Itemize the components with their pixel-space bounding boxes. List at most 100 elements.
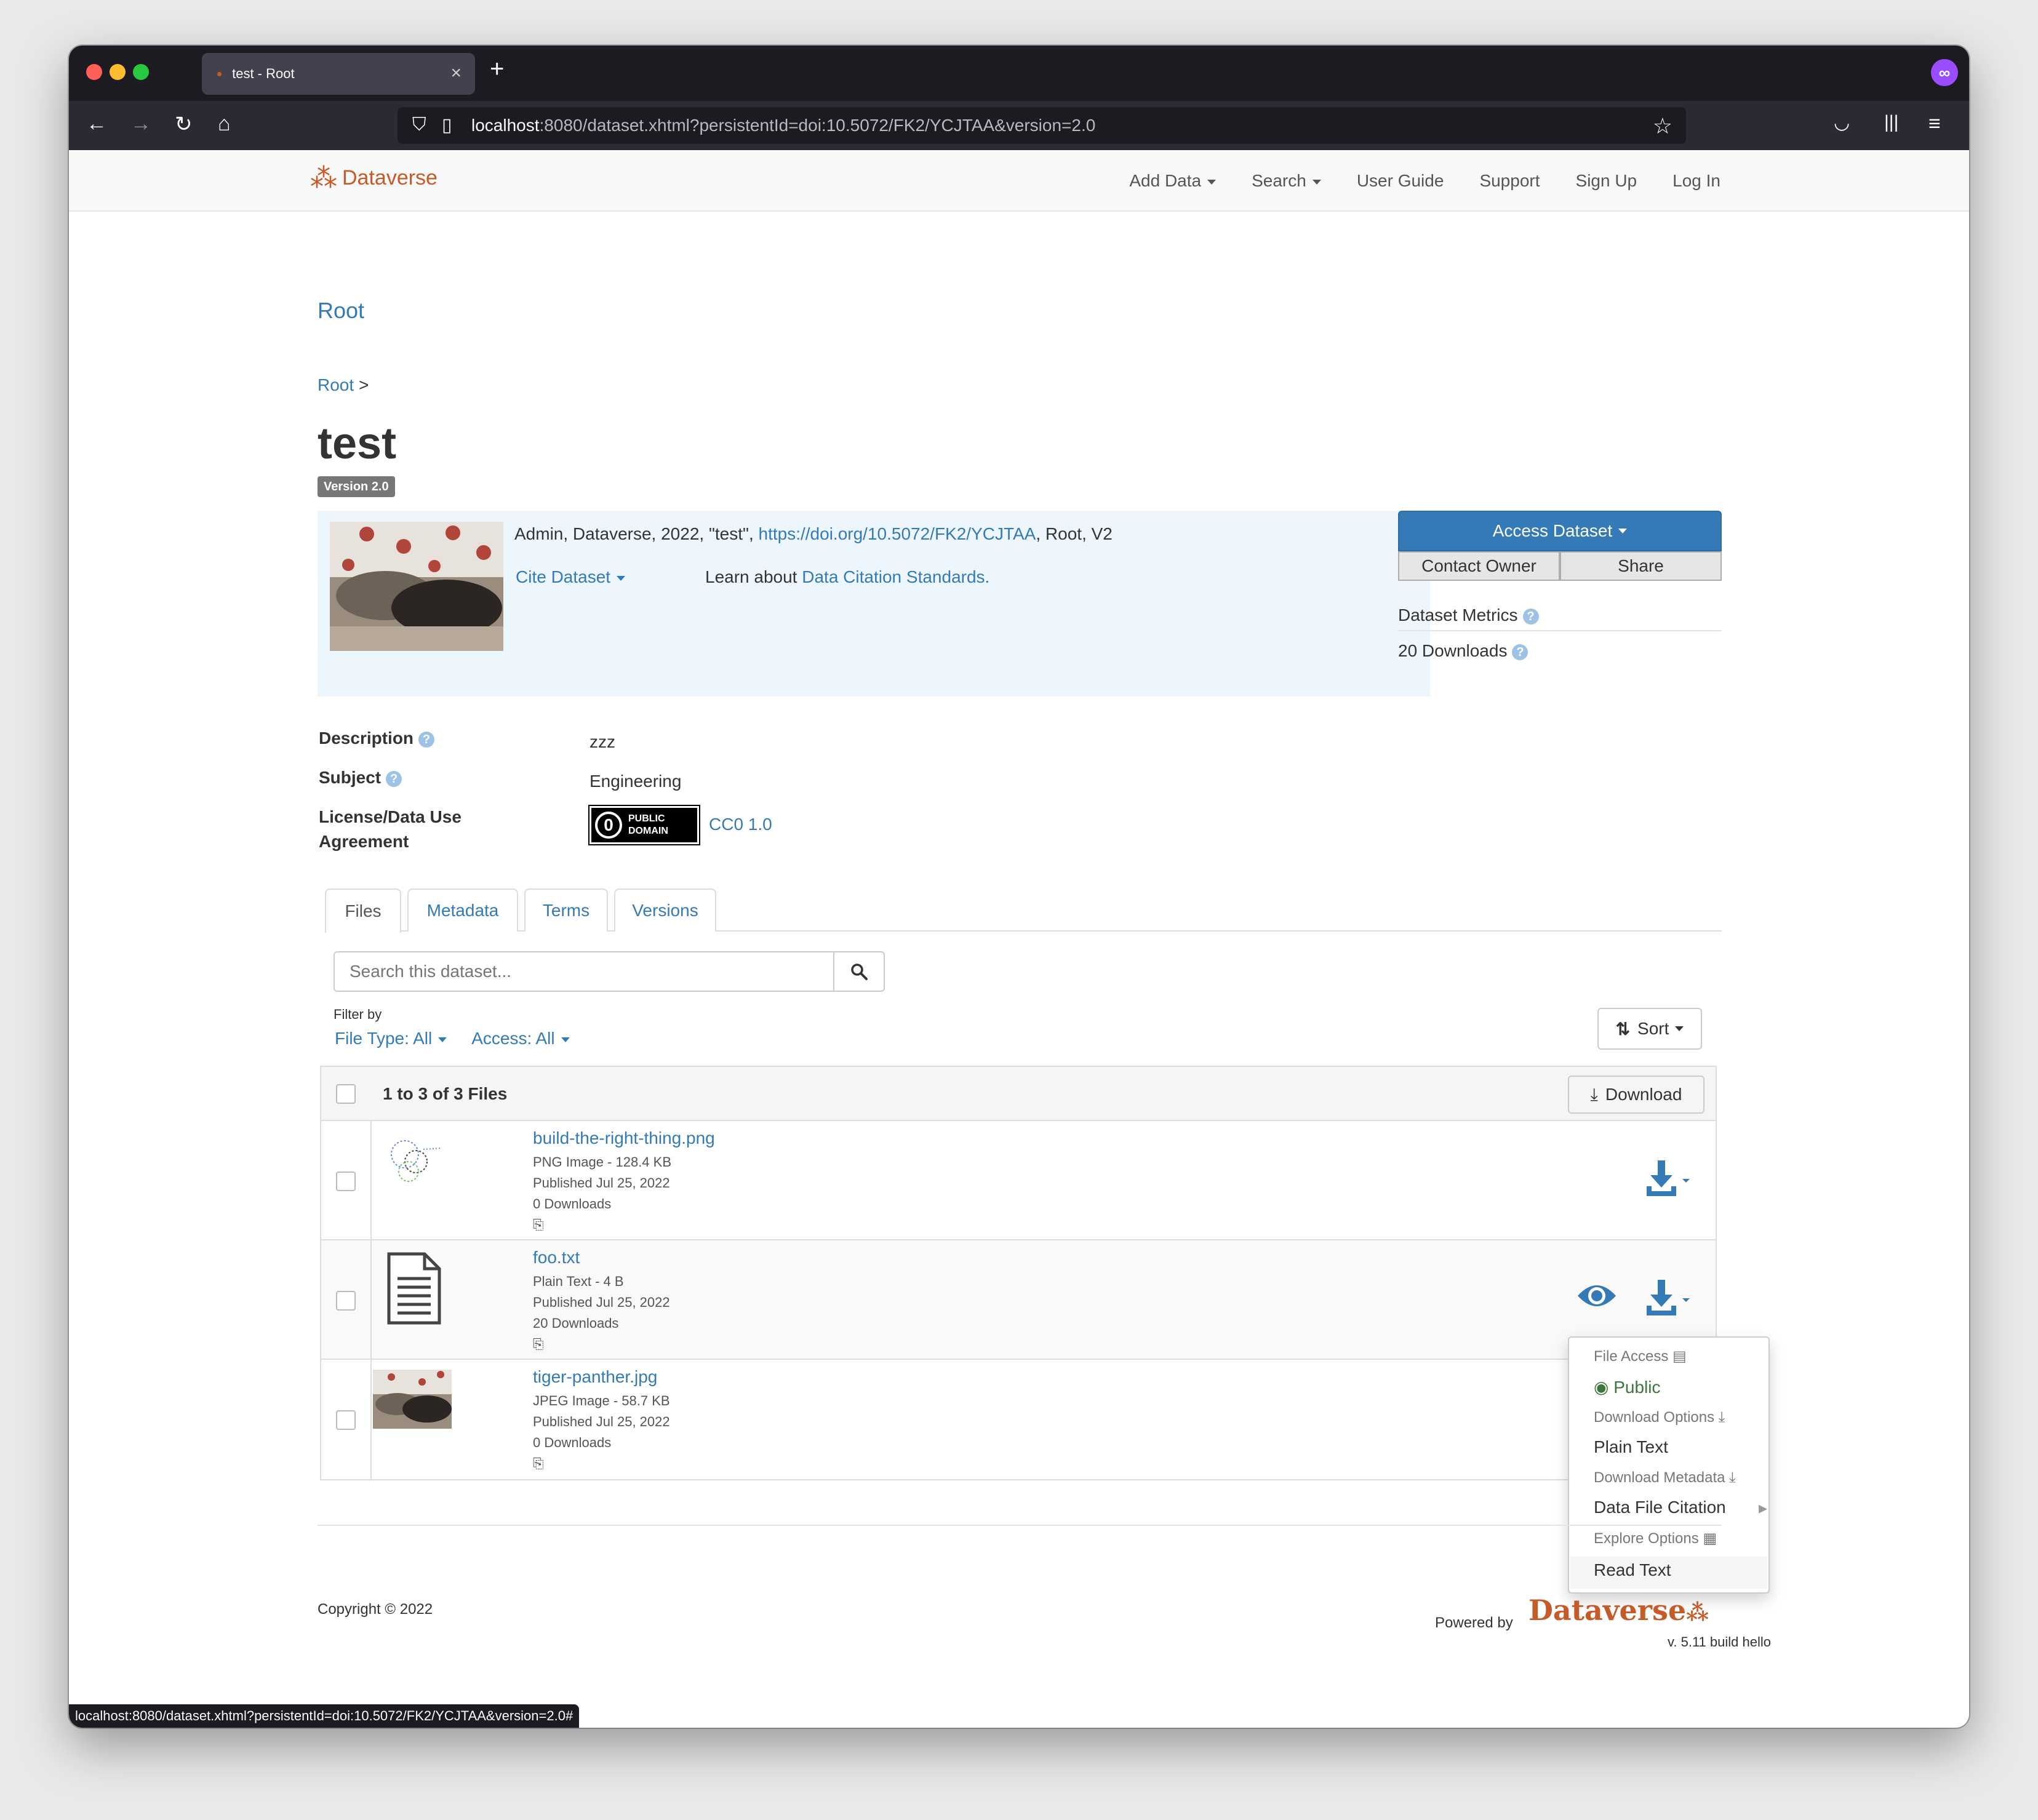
- citation-text: Admin, Dataverse, 2022, "test", https://…: [514, 524, 1113, 544]
- tab-files[interactable]: Files: [325, 888, 401, 933]
- tab-metadata[interactable]: Metadata: [407, 888, 518, 932]
- nav-log-in[interactable]: Log In: [1672, 171, 1720, 191]
- help-icon[interactable]: ?: [1512, 644, 1528, 660]
- cite-dataset-button[interactable]: Cite Dataset: [516, 567, 626, 587]
- globe-icon: ◉: [1594, 1378, 1609, 1397]
- file-thumbnail[interactable]: [373, 1370, 452, 1429]
- download-icon: ⤓: [1590, 1084, 1598, 1104]
- contact-owner-button[interactable]: Contact Owner: [1398, 551, 1560, 581]
- download-button[interactable]: ⤓ Download: [1568, 1076, 1704, 1114]
- copy-icon[interactable]: ⎘: [533, 1334, 670, 1355]
- files-table: 1 to 3 of 3 Files ⤓ Download build-the-r…: [320, 1066, 1717, 1480]
- nav-support[interactable]: Support: [1479, 171, 1540, 191]
- dataverse-version: v. 5.11 build hello: [1668, 1634, 1771, 1650]
- close-tab-icon[interactable]: ×: [450, 63, 462, 84]
- dataverse-title-link[interactable]: Root: [318, 298, 364, 324]
- page-title: test: [318, 419, 397, 468]
- brand-text: Dataverse: [342, 166, 438, 190]
- browser-tab[interactable]: • test - Root ×: [202, 53, 475, 95]
- license-label-line2: Agreement: [319, 832, 409, 851]
- eye-icon: [1578, 1285, 1616, 1306]
- file-icon: ▤: [1672, 1348, 1687, 1365]
- dataverse-brand-link[interactable]: ⁂ Dataverse: [310, 162, 438, 194]
- owner-share-buttons: Contact Owner Share: [1398, 551, 1722, 581]
- sort-label: Sort: [1637, 1019, 1669, 1038]
- library-icon[interactable]: |||: [1884, 112, 1898, 133]
- description-label-text: Description: [319, 728, 414, 748]
- copy-icon[interactable]: ⎘: [533, 1453, 670, 1474]
- file-name-link[interactable]: build-the-right-thing.png: [533, 1128, 715, 1148]
- dataverse-navbar: ⁂ Dataverse Add Data Search User Guide S…: [69, 150, 1969, 212]
- help-icon[interactable]: ?: [1522, 608, 1539, 625]
- footer-divider: [318, 1525, 1722, 1526]
- description-value: zzz: [589, 732, 615, 751]
- file-download-menu-button[interactable]: [1644, 1277, 1693, 1320]
- new-tab-button[interactable]: +: [490, 55, 504, 83]
- nav-add-data[interactable]: Add Data: [1129, 171, 1217, 191]
- file-type-filter-label: File Type: All: [335, 1029, 433, 1048]
- nav-search[interactable]: Search: [1252, 171, 1321, 191]
- chevron-down-icon: [1675, 1026, 1684, 1031]
- share-button[interactable]: Share: [1560, 551, 1722, 581]
- copy-icon[interactable]: ⎘: [533, 1215, 715, 1235]
- search-icon: [851, 964, 868, 980]
- access-dataset-button[interactable]: Access Dataset: [1398, 511, 1722, 551]
- plain-text-download-item[interactable]: Plain Text: [1594, 1437, 1668, 1457]
- file-name-link[interactable]: tiger-panther.jpg: [533, 1367, 670, 1387]
- learn-about-citation: Learn about Data Citation Standards.: [705, 567, 989, 587]
- home-icon[interactable]: ⌂: [218, 112, 231, 136]
- table-row: tiger-panther.jpg JPEG Image - 58.7 KB P…: [321, 1360, 1716, 1479]
- chevron-down-icon: [561, 1037, 570, 1042]
- read-text-item[interactable]: Read Text: [1594, 1560, 1671, 1580]
- private-browsing-icon[interactable]: ∞: [1931, 59, 1958, 86]
- cc-badge-line1: PUBLIC: [628, 813, 665, 824]
- file-published: Published Jul 25, 2022: [533, 1175, 670, 1191]
- subject-label: Subject?: [319, 765, 402, 790]
- download-icon: ⤓: [1729, 1469, 1736, 1486]
- file-download-menu-button[interactable]: [1644, 1158, 1693, 1200]
- data-citation-standards-link[interactable]: Data Citation Standards.: [802, 567, 989, 586]
- menu-icon[interactable]: ≡: [1928, 112, 1941, 136]
- doi-link[interactable]: https://doi.org/10.5072/FK2/YCJTAA: [759, 524, 1036, 543]
- close-window-button[interactable]: [86, 64, 102, 80]
- download-metadata-header: Download Metadata ⤓: [1594, 1469, 1736, 1487]
- download-options-header: Download Options ⤓: [1594, 1409, 1725, 1426]
- dataverse-project-logo[interactable]: Dataverse⁂: [1528, 1594, 1709, 1627]
- help-icon[interactable]: ?: [418, 731, 435, 748]
- row-checkbox[interactable]: [336, 1171, 356, 1191]
- file-name-link[interactable]: foo.txt: [533, 1248, 670, 1267]
- bookmark-star-icon[interactable]: ☆: [1653, 113, 1672, 139]
- url-bar[interactable]: ⛉ ▯ localhost :8080/dataset.xhtml?persis…: [398, 107, 1686, 144]
- file-type-filter[interactable]: File Type: All: [335, 1029, 447, 1048]
- license-link[interactable]: CC0 1.0: [709, 815, 772, 834]
- tab-versions[interactable]: Versions: [614, 888, 716, 932]
- nav-user-guide[interactable]: User Guide: [1357, 171, 1444, 191]
- minimize-window-button[interactable]: [110, 64, 126, 80]
- file-downloads: 0 Downloads: [533, 1196, 612, 1211]
- select-all-checkbox[interactable]: [336, 1084, 356, 1104]
- maximize-window-button[interactable]: [133, 64, 149, 80]
- powered-by-label: Powered by: [1435, 1614, 1513, 1631]
- access-filter[interactable]: Access: All: [471, 1029, 570, 1048]
- back-icon[interactable]: ←: [86, 112, 107, 136]
- pocket-icon[interactable]: ◡: [1834, 112, 1850, 134]
- shield-icon[interactable]: ⛉: [412, 114, 426, 135]
- row-checkbox[interactable]: [336, 1291, 356, 1311]
- row-checkbox[interactable]: [336, 1410, 356, 1430]
- nav-sign-up[interactable]: Sign Up: [1576, 171, 1637, 191]
- search-input[interactable]: [334, 951, 834, 992]
- preview-button[interactable]: [1576, 1279, 1617, 1316]
- breadcrumb-root-link[interactable]: Root: [318, 375, 354, 394]
- forward-icon[interactable]: →: [130, 112, 151, 136]
- chevron-down-icon: [438, 1037, 447, 1042]
- reload-icon[interactable]: ↻: [175, 112, 193, 137]
- data-file-citation-item[interactable]: Data File Citation ▸: [1594, 1498, 1767, 1517]
- dataset-tabs: Files Metadata Terms Versions: [325, 888, 1722, 933]
- tab-terms[interactable]: Terms: [524, 888, 608, 932]
- search-button[interactable]: [834, 951, 885, 992]
- help-icon[interactable]: ?: [386, 770, 402, 787]
- text-file-icon[interactable]: [386, 1251, 442, 1325]
- file-thumbnail[interactable]: [380, 1130, 446, 1197]
- download-options-label: Download Options: [1594, 1409, 1715, 1426]
- sort-button[interactable]: ⇅ Sort: [1597, 1008, 1702, 1050]
